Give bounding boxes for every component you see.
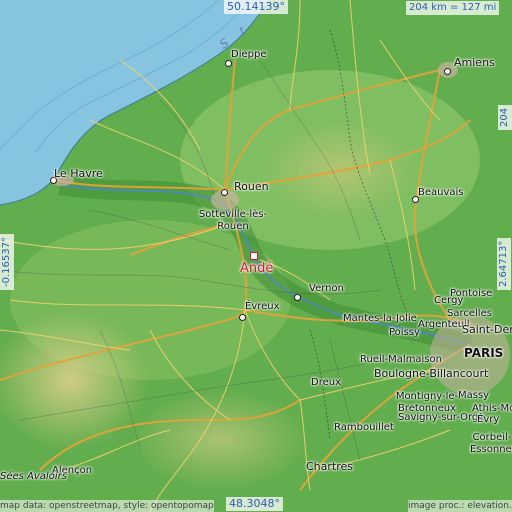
place-label-rambouillet[interactable]: Rambouillet bbox=[334, 423, 394, 433]
highland-area bbox=[130, 390, 310, 490]
place-marker[interactable] bbox=[444, 68, 451, 75]
place-label-vernon[interactable]: Vernon bbox=[309, 284, 344, 294]
place-label-sarcelles[interactable]: Sarcelles bbox=[447, 309, 492, 319]
place-label-massy[interactable]: Massy bbox=[458, 391, 489, 401]
place-label-ande[interactable]: Andé bbox=[240, 262, 273, 275]
coord-right-lon: 2.64713° bbox=[497, 237, 511, 290]
attribution-right: image proc.: elevation.city bbox=[408, 500, 512, 512]
place-label-le-havre[interactable]: Le Havre bbox=[54, 168, 103, 179]
place-label-cergy[interactable]: Cergy bbox=[434, 296, 463, 306]
place-label-athis[interactable]: Athis-Mons bbox=[472, 404, 512, 414]
coord-top-lat: 50.14139° bbox=[224, 0, 288, 14]
attribution-left: map data: openstreetmap, style: opentopo… bbox=[0, 500, 214, 512]
place-marker[interactable] bbox=[239, 314, 246, 321]
place-label-rueil[interactable]: Rueil-Malmaison bbox=[360, 355, 442, 365]
place-label-sees[interactable]: Sées Avaloirs bbox=[0, 472, 67, 482]
coord-bottom-lat: 48.3048° bbox=[226, 497, 283, 511]
place-marker[interactable] bbox=[221, 189, 228, 196]
place-label-dieppe[interactable]: Dieppe bbox=[231, 50, 266, 60]
scale-right: 204 km = 127 mi bbox=[498, 104, 512, 130]
place-label-rouen[interactable]: Rouen bbox=[234, 181, 269, 192]
place-label-beauvais[interactable]: Beauvais bbox=[418, 188, 464, 198]
place-label-paris[interactable]: PARIS bbox=[464, 347, 503, 359]
place-label-savigny[interactable]: Savigny-sur-Orge bbox=[398, 413, 484, 423]
coord-left-lon: -0.16537° bbox=[0, 234, 14, 290]
place-marker[interactable] bbox=[294, 294, 301, 301]
place-label-sotteville[interactable]: Sotteville-lès-Rouen bbox=[198, 209, 268, 233]
place-label-mantes[interactable]: Mantes-la-Jolie bbox=[343, 314, 417, 324]
place-label-saint-denis[interactable]: Saint-Denis bbox=[462, 324, 512, 335]
place-marker[interactable] bbox=[225, 60, 232, 67]
place-label-dreux[interactable]: Dreux bbox=[311, 378, 341, 388]
place-label-evreux[interactable]: Évreux bbox=[245, 302, 280, 312]
ande-location-marker[interactable] bbox=[250, 252, 258, 260]
scale-top: 204 km = 127 mi bbox=[406, 1, 500, 15]
place-label-boulogne[interactable]: Boulogne-Billancourt bbox=[374, 368, 488, 379]
place-label-evry[interactable]: Évry bbox=[477, 415, 499, 425]
place-label-corbeil[interactable]: Corbeil-Essonnes bbox=[470, 432, 512, 456]
place-label-amiens[interactable]: Amiens bbox=[454, 57, 495, 68]
place-label-chartres[interactable]: Chartres bbox=[306, 461, 353, 472]
place-label-poissy[interactable]: Poissy bbox=[389, 328, 420, 338]
